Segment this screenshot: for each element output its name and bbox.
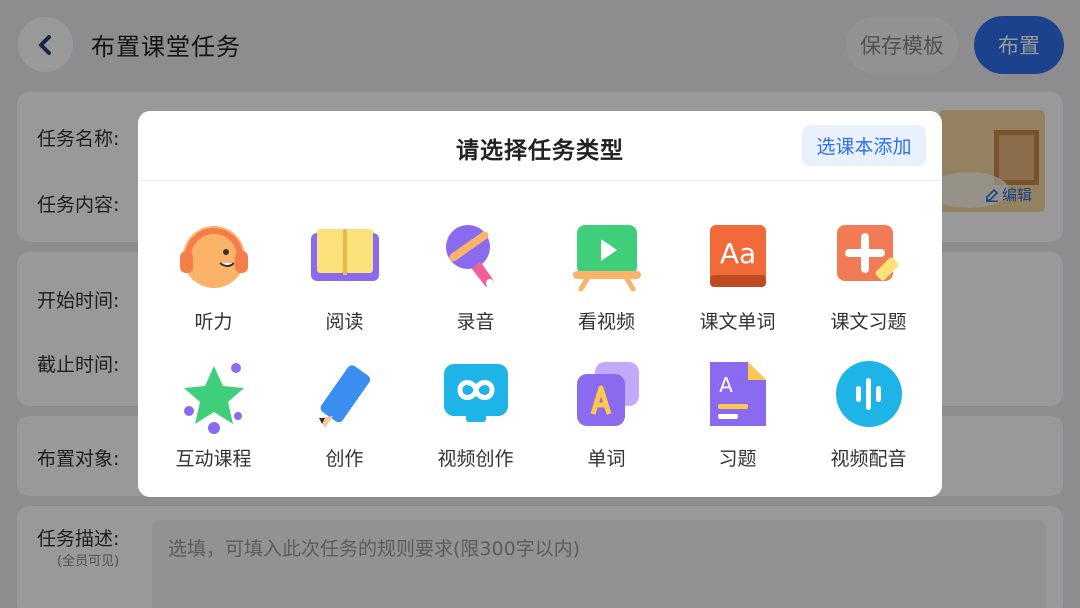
task-type-label: 视频配音 <box>830 448 907 470</box>
svg-text:A: A <box>719 373 733 397</box>
task-type-reading[interactable]: 阅读 <box>279 219 410 339</box>
task-type-label: 单词 <box>587 448 626 470</box>
open-book-icon <box>310 229 379 281</box>
task-type-words[interactable]: 单词 <box>541 356 672 476</box>
task-type-label: 录音 <box>456 311 495 333</box>
aa-text-icon: Aa <box>709 225 766 287</box>
voice-wave-icon <box>835 361 902 427</box>
task-type-text-words[interactable]: Aa 课文单词 <box>672 219 803 339</box>
plus-pencil-icon <box>836 225 898 281</box>
task-type-modal: 请选择任务类型 选课本添加 听力 阅读 录音 看视频 Aa 课文单词 课文习题 … <box>138 111 942 497</box>
task-type-label: 听力 <box>194 311 233 333</box>
letter-a-icon <box>576 362 639 426</box>
task-type-listening[interactable]: 听力 <box>148 219 279 339</box>
headphones-icon <box>179 226 248 288</box>
infinity-screen-icon <box>443 364 508 422</box>
task-type-creation[interactable]: 创作 <box>279 356 410 476</box>
modal-header: 请选择任务类型 选课本添加 <box>138 111 942 181</box>
task-type-label: 阅读 <box>325 311 364 333</box>
svg-text:Aa: Aa <box>719 237 755 270</box>
document-a-icon: A <box>709 362 766 426</box>
task-type-video-dubbing[interactable]: 视频配音 <box>803 356 934 476</box>
task-type-recording[interactable]: 录音 <box>410 219 541 339</box>
task-type-label: 课文单词 <box>699 311 776 333</box>
task-type-label: 创作 <box>325 448 364 470</box>
task-type-video-creation[interactable]: 视频创作 <box>410 356 541 476</box>
microphone-icon <box>445 225 494 287</box>
pick-textbook-button[interactable]: 选课本添加 <box>802 125 926 166</box>
pencil-icon <box>318 365 370 428</box>
task-type-label: 课文习题 <box>830 311 907 333</box>
task-type-watch-video[interactable]: 看视频 <box>541 219 672 339</box>
task-type-text-exercises[interactable]: 课文习题 <box>803 219 934 339</box>
task-type-exercises[interactable]: A 习题 <box>672 356 803 476</box>
star-icon <box>183 363 244 434</box>
task-type-interactive-course[interactable]: 互动课程 <box>148 356 279 476</box>
task-type-label: 视频创作 <box>437 448 514 470</box>
task-type-label: 习题 <box>718 448 757 470</box>
task-type-label: 看视频 <box>577 311 635 333</box>
task-type-label: 互动课程 <box>175 448 252 470</box>
video-play-icon <box>572 225 641 292</box>
